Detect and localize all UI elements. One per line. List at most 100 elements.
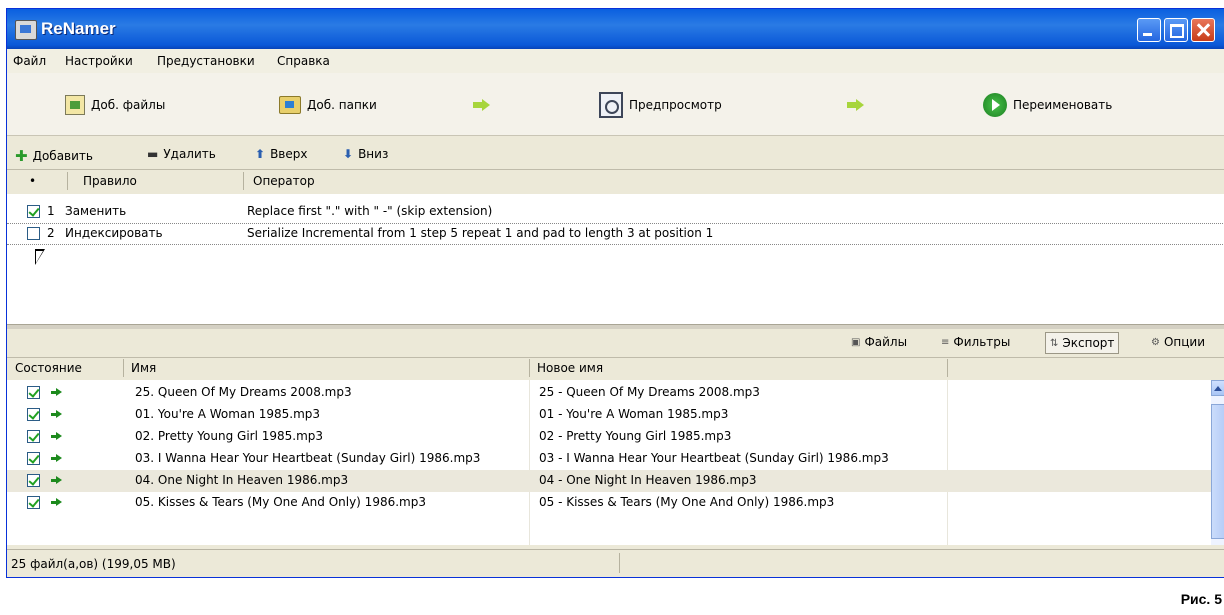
preview-icon: [599, 92, 623, 118]
column-operator[interactable]: Оператор: [253, 174, 315, 188]
rule-row[interactable]: 2 Индексировать Serialize Incremental fr…: [7, 223, 1224, 245]
table-row[interactable]: 01. You're A Woman 1985.mp3 01 - You're …: [7, 404, 1211, 426]
column-state[interactable]: Состояние: [15, 361, 82, 375]
column-rule[interactable]: Правило: [83, 174, 137, 188]
file-name: 04. One Night In Heaven 1986.mp3: [135, 473, 349, 487]
rule-checkbox[interactable]: [27, 205, 40, 218]
export-tab-icon: ⇅: [1050, 337, 1059, 349]
column-marker[interactable]: •: [29, 174, 36, 188]
add-rule-label: Добавить: [32, 149, 93, 163]
file-name: 03. I Wanna Hear Your Heartbeat (Sunday …: [135, 451, 481, 465]
minus-icon: ▬: [147, 147, 159, 161]
tab-options[interactable]: ⚙ Опции: [1147, 332, 1209, 352]
file-new-name: 02 - Pretty Young Girl 1985.mp3: [539, 429, 732, 443]
scroll-up-icon[interactable]: [1211, 380, 1224, 396]
flow-arrow-icon: [473, 99, 491, 111]
status-bar: 25 файл(а,ов) (199,05 MB): [7, 549, 1224, 577]
column-divider[interactable]: [243, 172, 244, 190]
rule-index: 2: [47, 226, 55, 240]
scroll-thumb[interactable]: [1211, 404, 1224, 539]
arrow-right-icon: [51, 432, 63, 440]
arrow-up-icon: ⬆: [255, 147, 266, 161]
tab-files-label: Файлы: [864, 335, 908, 349]
table-row[interactable]: 05. Kisses & Tears (My One And Only) 198…: [7, 492, 1211, 514]
table-row[interactable]: 02. Pretty Young Girl 1985.mp3 02 - Pret…: [7, 426, 1211, 448]
rule-operator: Replace first "." with " -" (skip extens…: [247, 204, 493, 218]
plus-icon: ✚: [15, 147, 28, 165]
status-divider: [619, 553, 620, 573]
add-folders-button[interactable]: Доб. папки: [279, 93, 377, 117]
tab-export[interactable]: ⇅ Экспорт: [1045, 332, 1120, 354]
vertical-scrollbar[interactable]: [1211, 380, 1224, 545]
table-row[interactable]: 25. Queen Of My Dreams 2008.mp3 25 - Que…: [7, 382, 1211, 404]
rule-operator: Serialize Incremental from 1 step 5 repe…: [247, 226, 714, 240]
menu-bar: Файл Настройки Предустановки Справка: [7, 49, 1224, 74]
file-new-name: 01 - You're A Woman 1985.mp3: [539, 407, 729, 421]
move-down-button[interactable]: ⬇ Вниз: [343, 147, 388, 161]
menu-presets[interactable]: Предустановки: [157, 54, 255, 68]
column-new-name[interactable]: Новое имя: [537, 361, 603, 375]
tab-options-label: Опции: [1163, 335, 1206, 349]
figure-caption: Рис. 5: [1180, 591, 1222, 607]
window-title: ReNamer: [41, 19, 116, 38]
menu-file[interactable]: Файл: [13, 54, 46, 68]
add-files-button[interactable]: Доб. файлы: [65, 93, 165, 117]
mouse-cursor-icon: [35, 249, 45, 265]
tab-filters[interactable]: ≡ Фильтры: [937, 332, 1014, 352]
tab-filters-label: Фильтры: [953, 335, 1011, 349]
arrow-down-icon: ⬇: [343, 147, 354, 161]
title-bar[interactable]: ReNamer: [7, 9, 1224, 49]
tab-export-label: Экспорт: [1062, 336, 1115, 350]
move-down-label: Вниз: [358, 147, 389, 161]
arrow-right-icon: [51, 498, 63, 506]
add-files-label: Доб. файлы: [91, 98, 166, 112]
minimize-button[interactable]: [1137, 18, 1161, 42]
file-name: 01. You're A Woman 1985.mp3: [135, 407, 321, 421]
rule-actions-bar: ✚ Добавить ▬ Удалить ⬆ Вверх ⬇ Вниз: [7, 139, 1224, 167]
file-checkbox[interactable]: [27, 408, 40, 421]
renamer-window: ReNamer Файл Настройки Предустановки Спр…: [6, 8, 1224, 578]
add-rule-button[interactable]: ✚ Добавить: [15, 147, 93, 165]
add-folder-icon: [279, 96, 301, 114]
table-row[interactable]: 04. One Night In Heaven 1986.mp3 04 - On…: [7, 470, 1211, 492]
remove-rule-button[interactable]: ▬ Удалить: [147, 147, 216, 161]
menu-help[interactable]: Справка: [277, 54, 330, 68]
app-icon: [15, 20, 37, 40]
files-table: 25. Queen Of My Dreams 2008.mp3 25 - Que…: [7, 380, 1211, 545]
rules-table-header: • Правило Оператор: [7, 169, 1224, 195]
arrow-right-icon: [51, 388, 63, 396]
column-divider[interactable]: [123, 359, 124, 377]
file-checkbox[interactable]: [27, 474, 40, 487]
rule-name: Заменить: [65, 204, 127, 218]
move-up-label: Вверх: [270, 147, 308, 161]
file-name: 25. Queen Of My Dreams 2008.mp3: [135, 385, 352, 399]
file-checkbox[interactable]: [27, 496, 40, 509]
rules-table: 1 Заменить Replace first "." with " -" (…: [7, 194, 1224, 324]
file-checkbox[interactable]: [27, 386, 40, 399]
file-checkbox[interactable]: [27, 430, 40, 443]
preview-button[interactable]: Предпросмотр: [599, 90, 722, 120]
preview-label: Предпросмотр: [629, 98, 722, 112]
file-name: 02. Pretty Young Girl 1985.mp3: [135, 429, 324, 443]
menu-settings[interactable]: Настройки: [65, 54, 133, 68]
close-button[interactable]: [1191, 18, 1215, 42]
tab-files[interactable]: ▣ Файлы: [847, 332, 911, 352]
column-divider[interactable]: [67, 172, 68, 190]
column-divider[interactable]: [947, 359, 948, 377]
rule-checkbox[interactable]: [27, 227, 40, 240]
table-row[interactable]: 03. I Wanna Hear Your Heartbeat (Sunday …: [7, 448, 1211, 470]
rename-go-icon: [983, 93, 1007, 117]
rename-button[interactable]: Переименовать: [983, 93, 1112, 117]
main-toolbar: Доб. файлы Доб. папки Предпросмотр Переи…: [7, 73, 1224, 136]
add-files-icon: [65, 95, 85, 115]
move-up-button[interactable]: ⬆ Вверх: [255, 147, 307, 161]
rule-name: Индексировать: [65, 226, 163, 240]
column-name[interactable]: Имя: [131, 361, 156, 375]
column-divider[interactable]: [529, 359, 530, 377]
file-new-name: 04 - One Night In Heaven 1986.mp3: [539, 473, 757, 487]
maximize-button[interactable]: [1164, 18, 1188, 42]
rule-row[interactable]: 1 Заменить Replace first "." with " -" (…: [7, 202, 1224, 222]
file-checkbox[interactable]: [27, 452, 40, 465]
file-new-name: 05 - Kisses & Tears (My One And Only) 19…: [539, 495, 835, 509]
view-tabs: ▣ Файлы ≡ Фильтры ⇅ Экспорт ⚙ Опции: [7, 329, 1224, 355]
